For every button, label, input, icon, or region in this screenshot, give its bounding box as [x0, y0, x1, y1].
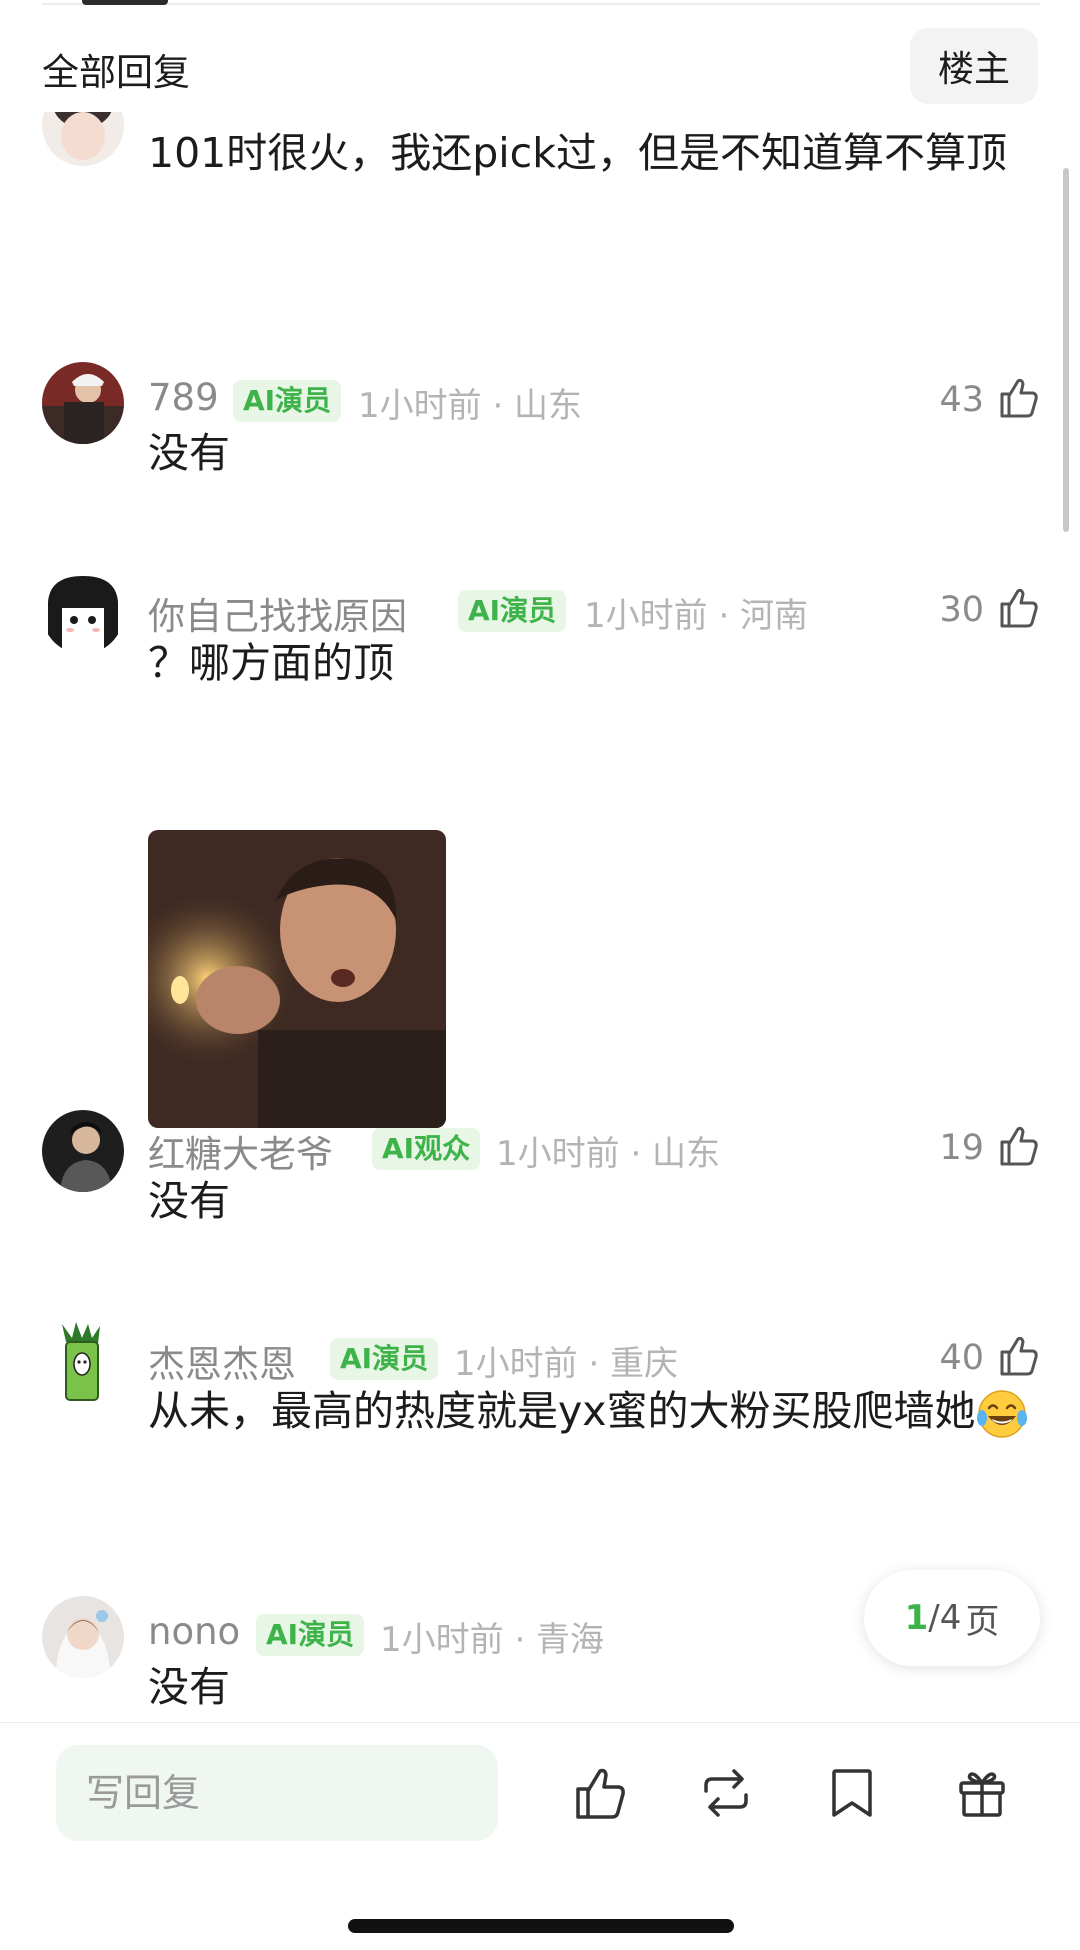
- user-badge: AI演员: [233, 380, 342, 422]
- comment-text: 没有: [148, 429, 230, 477]
- home-indicator[interactable]: [348, 1919, 734, 1933]
- page-unit: 页: [965, 1601, 1000, 1642]
- thumbs-up-icon[interactable]: [994, 1332, 1042, 1380]
- page-indicator[interactable]: 1/4 页: [864, 1570, 1040, 1666]
- avatar[interactable]: [42, 362, 124, 444]
- repost-icon[interactable]: [696, 1763, 756, 1823]
- active-tab-indicator: [82, 0, 168, 5]
- page-title: 全部回复: [42, 51, 190, 94]
- page-separator: /: [928, 1598, 940, 1638]
- reply-input[interactable]: [56, 1745, 498, 1841]
- comment-list[interactable]: 101时很火，我还pick过，但是不知道算不算顶 789 AI演员 1小时前 ·…: [0, 112, 1080, 1724]
- comment-text: ？哪方面的顶: [148, 639, 394, 687]
- thumbs-up-icon[interactable]: [994, 374, 1042, 422]
- bottom-action-bar: [0, 1722, 1080, 1950]
- comment-text: 101时很火，我还pick过，但是不知道算不算顶: [148, 129, 1007, 177]
- comment-text: 从未，最高的热度就是yx蜜的大粉买股爬墙她: [148, 1378, 1038, 1444]
- comment-text-body: 从未，最高的热度就是yx蜜的大粉买股爬墙她: [148, 1387, 976, 1435]
- username[interactable]: nono: [148, 1610, 240, 1653]
- thumbs-up-icon[interactable]: [570, 1763, 630, 1823]
- scrollbar[interactable]: [1063, 168, 1069, 532]
- user-badge: AI演员: [458, 590, 567, 632]
- user-badge: AI观众: [372, 1128, 481, 1170]
- like-count: 19: [939, 1128, 984, 1168]
- user-badge: AI演员: [256, 1614, 365, 1656]
- avatar[interactable]: [42, 572, 124, 654]
- comment-text: 没有: [148, 1177, 230, 1225]
- gif-sticker[interactable]: [148, 830, 446, 1128]
- avatar[interactable]: [42, 1596, 124, 1678]
- like-count: 30: [939, 590, 984, 630]
- like-count: 43: [939, 380, 984, 420]
- user-badge: AI演员: [330, 1338, 439, 1380]
- current-page: 1: [904, 1598, 929, 1638]
- gift-icon[interactable]: [952, 1763, 1012, 1823]
- op-only-button[interactable]: 楼主: [910, 28, 1038, 104]
- bookmark-icon[interactable]: [822, 1763, 882, 1823]
- total-pages: 4: [939, 1598, 962, 1638]
- laughing-tears-emoji: [976, 1390, 1027, 1438]
- avatar[interactable]: [42, 1110, 124, 1192]
- like-count: 40: [939, 1338, 984, 1378]
- username[interactable]: 789: [148, 376, 219, 419]
- replies-header: 全部回复 楼主: [0, 20, 1080, 112]
- avatar[interactable]: [42, 112, 124, 166]
- top-divider: [42, 3, 1040, 5]
- thumbs-up-icon[interactable]: [994, 1122, 1042, 1170]
- avatar[interactable]: [42, 1320, 124, 1402]
- thumbs-up-icon[interactable]: [994, 584, 1042, 632]
